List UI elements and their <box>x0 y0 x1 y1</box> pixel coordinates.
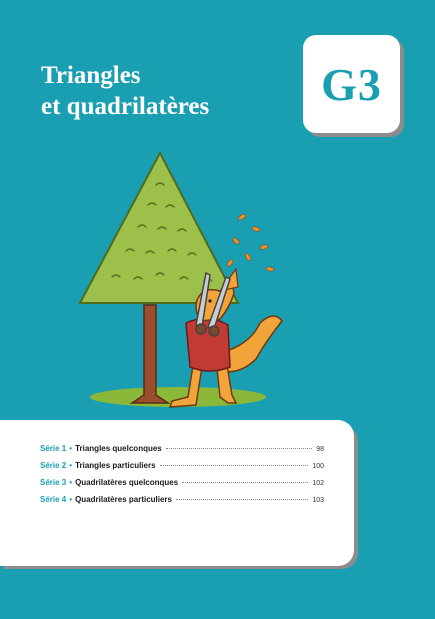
toc-bullet: • <box>69 478 73 487</box>
toc-page-number: 100 <box>312 463 324 470</box>
toc-title: Quadrilatères particuliers <box>75 495 172 504</box>
toc-serie-label: Série 4 <box>40 495 67 504</box>
toc-serie-label: Série 3 <box>40 478 67 487</box>
kangaroo-tree-illustration <box>78 150 283 408</box>
toc-title: Quadrilatères quelconques <box>75 478 179 487</box>
chapter-title: Triangles et quadrilatères <box>41 60 209 122</box>
chapter-title-line-2: et quadrilatères <box>41 93 210 120</box>
toc-leader-dots <box>159 465 309 466</box>
toc-bullet: • <box>69 461 73 470</box>
toc-title: Triangles quelconques <box>75 444 162 453</box>
toc-bullet: • <box>69 444 73 453</box>
toc-entry-4[interactable]: Série 4 • Quadrilatères particuliers 103 <box>40 495 324 512</box>
toc-page-number: 103 <box>312 497 324 504</box>
toc-page-number: 98 <box>316 446 324 453</box>
toc-leader-dots <box>182 482 309 483</box>
toc-title: Triangles particuliers <box>75 461 156 470</box>
table-of-contents: Série 1 • Triangles quelconques 98 Série… <box>40 444 324 512</box>
toc-entry-2[interactable]: Série 2 • Triangles particuliers 100 <box>40 461 324 478</box>
toc-panel: Série 1 • Triangles quelconques 98 Série… <box>0 420 354 566</box>
toc-serie-label: Série 2 <box>40 461 67 470</box>
toc-entry-1[interactable]: Série 1 • Triangles quelconques 98 <box>40 444 324 461</box>
toc-serie-label: Série 1 <box>40 444 67 453</box>
toc-leader-dots <box>176 499 309 500</box>
toc-entry-3[interactable]: Série 3 • Quadrilatères quelconques 102 <box>40 478 324 495</box>
toc-leader-dots <box>165 448 313 449</box>
chapter-badge: G3 <box>303 35 400 133</box>
toc-page-number: 102 <box>312 480 324 487</box>
chapter-title-line-1: Triangles <box>41 62 141 89</box>
kangaroo-eye <box>208 299 212 303</box>
chapter-code: G3 <box>321 58 382 110</box>
falling-leaves <box>226 214 275 272</box>
toc-bullet: • <box>69 495 73 504</box>
